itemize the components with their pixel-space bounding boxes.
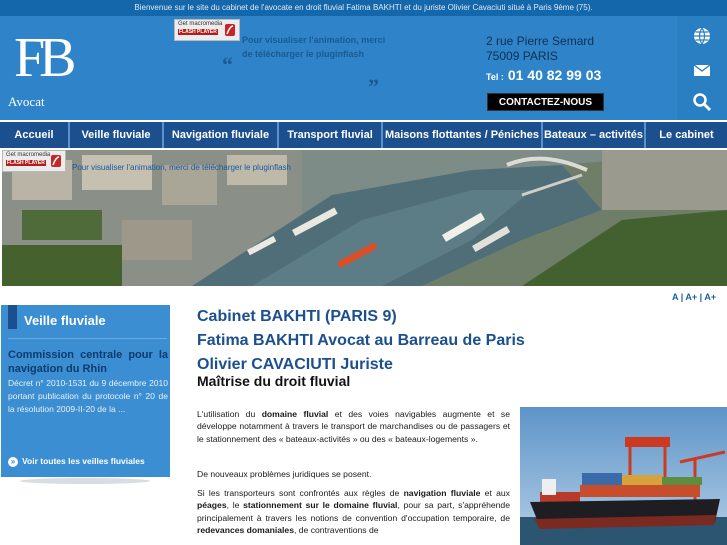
- container-ship-image: [520, 407, 727, 545]
- nav-item-bateaux-activites[interactable]: Bateaux – activités: [543, 122, 646, 148]
- hero-banner: Get macromedia FLASH PLAYER Pour visuali…: [2, 150, 727, 286]
- font-size-larger[interactable]: A+: [685, 292, 697, 302]
- sidebar-article-excerpt: Décret n° 2010-1531 du 9 décembre 2010 p…: [8, 378, 168, 414]
- nav-item-maisons-flottantes[interactable]: Maisons flottantes / Péniches: [383, 122, 543, 148]
- paragraph-3: Si les transporteurs sont confrontés aux…: [197, 487, 510, 537]
- font-size-largest[interactable]: A+: [704, 292, 716, 302]
- nav-item-accueil[interactable]: Accueil: [0, 122, 70, 148]
- page-subheading: Maîtrise du droit fluvial: [197, 373, 351, 389]
- phone-label: Tel :: [486, 72, 504, 82]
- text-run: , le: [226, 500, 244, 511]
- sidebar-article-link[interactable]: Commission centrale pour la navigation d…: [8, 348, 168, 376]
- flash-badge-line2: FLASH PLAYER: [178, 29, 218, 35]
- quote-close-icon: ”: [368, 74, 379, 99]
- site-header: FB Avocat Get macromedia FLASH PLAYER Po…: [0, 16, 727, 120]
- font-size-sep: |: [680, 292, 684, 302]
- flash-badge-line1: Get macromedia: [178, 21, 223, 27]
- address-line1: 2 rue Pierre Semard: [486, 34, 595, 48]
- banner-flash-badge-line2: FLASH PLAYER: [6, 160, 46, 166]
- flash-icon: [225, 24, 235, 36]
- heading-avocat: Fatima BAKHTI Avocat au Barreau de Paris: [197, 332, 525, 349]
- logo-monogram: FB: [14, 27, 76, 89]
- text-run: L'utilisation du: [197, 409, 262, 419]
- banner-flash-badge[interactable]: Get macromedia FLASH PLAYER: [2, 150, 66, 172]
- sidebar-all-link-label: Voir toutes les veilles fluviales: [22, 456, 145, 466]
- font-size-sep: |: [699, 292, 703, 302]
- flash-player-badge[interactable]: Get macromedia FLASH PLAYER: [174, 19, 240, 41]
- phone-number[interactable]: 01 40 82 99 03: [508, 67, 601, 83]
- search-icon[interactable]: [692, 92, 712, 112]
- font-size-controls: A | A+ | A+: [672, 292, 716, 302]
- nav-item-le-cabinet[interactable]: Le cabinet: [646, 122, 727, 148]
- nav-item-veille-fluviale[interactable]: Veille fluviale: [70, 122, 164, 148]
- address-block: 2 rue Pierre Semard 75009 PARIS: [486, 34, 594, 64]
- nav-item-transport-fluvial[interactable]: Transport fluvial: [279, 122, 383, 148]
- logo-subtitle: Avocat: [8, 94, 45, 109]
- keyword-stationnement: stationnement sur le domaine fluvial: [243, 500, 398, 511]
- veille-sidebar: Veille fluviale Commission centrale pour…: [1, 305, 170, 477]
- keyword-domaine-fluvial: domaine fluvial: [261, 409, 329, 419]
- keyword-peages: péages: [197, 500, 227, 511]
- mail-icon[interactable]: [692, 60, 712, 80]
- globe-icon[interactable]: [692, 26, 712, 46]
- sidebar-title: Veille fluviale: [24, 313, 106, 328]
- text-run: Si les transporteurs sont confrontés aux…: [197, 488, 404, 498]
- sidebar-all-link[interactable]: » Voir toutes les veilles fluviales: [8, 456, 145, 467]
- site-logo[interactable]: FB Avocat: [0, 16, 92, 120]
- arrow-bullet-icon: »: [8, 457, 18, 467]
- paragraph-1: L'utilisation du domaine fluvial et des …: [197, 408, 510, 445]
- keyword-redevances: redevances domaniales: [197, 525, 294, 536]
- bookmark-icon: [8, 305, 17, 329]
- flash-icon: [51, 155, 61, 167]
- text-run: , de contraventions de: [293, 525, 379, 536]
- main-nav: Accueil Veille fluviale Navigation fluvi…: [0, 120, 727, 150]
- page-heading: Cabinet BAKHTI (PARIS 9) Fatima BAKHTI A…: [197, 305, 525, 377]
- heading-cabinet: Cabinet BAKHTI (PARIS 9): [197, 308, 397, 325]
- address-line2: 75009 PARIS: [486, 49, 558, 63]
- text-run: et aux: [480, 488, 510, 498]
- banner-flash-badge-line1: Get macromedia: [6, 152, 51, 158]
- quote-open-icon: “: [222, 52, 233, 77]
- sidebar-header: Veille fluviale: [1, 305, 170, 337]
- container-ship-photo: [520, 407, 727, 545]
- header-icon-column: [677, 16, 727, 120]
- contact-button[interactable]: CONTACTEZ-NOUS: [487, 93, 604, 111]
- nav-item-navigation-fluviale[interactable]: Navigation fluviale: [164, 122, 279, 148]
- sidebar-divider: [8, 338, 167, 339]
- font-size-normal[interactable]: A: [672, 292, 678, 302]
- welcome-bar: Bienvenue sur le site du cabinet de l'av…: [0, 0, 727, 16]
- paragraph-2: De nouveaux problèmes juridiques se pose…: [197, 469, 372, 479]
- keyword-navigation-fluviale: navigation fluviale: [403, 488, 481, 498]
- flash-notice-text: Pour visualiser l'animation, merci de té…: [242, 35, 386, 59]
- banner-flash-notice: Pour visualiser l'animation, merci de té…: [72, 163, 291, 172]
- sidebar-shadow: [20, 478, 150, 484]
- phone-block: Tel : 01 40 82 99 03: [486, 67, 601, 85]
